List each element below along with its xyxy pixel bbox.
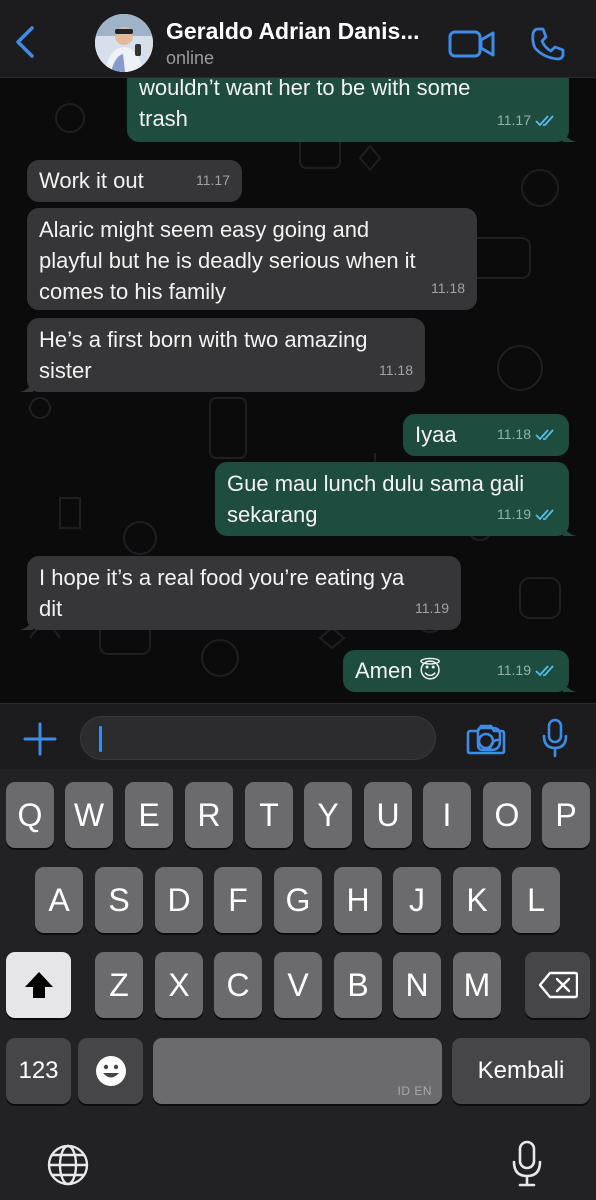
bubble-tail — [563, 522, 577, 536]
message-bubble-incoming[interactable]: I hope it’s a real food you’re eating ya… — [19, 556, 461, 630]
key-t[interactable]: T — [245, 782, 293, 848]
key-j[interactable]: J — [393, 867, 441, 933]
contact-avatar[interactable] — [95, 14, 153, 72]
backspace-icon — [538, 971, 578, 999]
message-input[interactable] — [80, 716, 502, 760]
message-time: 11.18 — [497, 426, 531, 442]
contact-status: online — [166, 48, 215, 68]
emoji-key[interactable] — [78, 1038, 143, 1104]
bubble-tail — [563, 128, 577, 142]
key-n[interactable]: N — [393, 952, 441, 1018]
message-text: wouldn’t want her to be with some trash — [139, 78, 471, 131]
back-chevron-icon[interactable] — [10, 22, 40, 62]
key-l[interactable]: L — [512, 867, 560, 933]
double-check-read-icon — [535, 114, 554, 126]
bubble-tail — [19, 378, 33, 392]
emoji-smiley-icon — [95, 1056, 126, 1086]
key-g[interactable]: G — [274, 867, 322, 933]
message-time: 11.17 — [196, 172, 230, 188]
space-key[interactable]: ID EN — [153, 1038, 442, 1104]
keyboard-language-indicator: ID EN — [397, 1084, 432, 1098]
key-k[interactable]: K — [453, 867, 501, 933]
camera-icon[interactable] — [466, 722, 506, 756]
contact-name[interactable]: Geraldo Adrian Danis... — [166, 18, 419, 45]
bubble-tail — [563, 678, 577, 692]
phone-call-icon[interactable] — [528, 24, 568, 64]
key-i[interactable]: I — [423, 782, 471, 848]
plus-attach-icon[interactable] — [22, 721, 58, 757]
double-check-read-icon — [535, 428, 554, 440]
key-x[interactable]: X — [155, 952, 203, 1018]
return-key[interactable]: Kembali — [452, 1038, 590, 1104]
chat-header: Geraldo Adrian Danis... online — [0, 0, 596, 78]
double-check-read-icon — [535, 508, 554, 520]
key-h[interactable]: H — [334, 867, 382, 933]
key-p[interactable]: P — [542, 782, 590, 848]
key-c[interactable]: C — [214, 952, 262, 1018]
message-text: He’s a first born with two amazing siste… — [39, 327, 368, 383]
key-v[interactable]: V — [274, 952, 322, 1018]
key-a[interactable]: A — [35, 867, 83, 933]
message-text: Alaric might seem easy going and playful… — [39, 217, 416, 304]
bubble-tail — [19, 616, 33, 630]
message-bubble-outgoing[interactable]: Gue mau lunch dulu sama gali sekarang 11… — [215, 462, 577, 536]
key-e[interactable]: E — [125, 782, 173, 848]
dictation-microphone-icon[interactable] — [510, 1140, 544, 1188]
key-m[interactable]: M — [453, 952, 501, 1018]
shift-key[interactable] — [6, 952, 71, 1018]
chat-messages-area[interactable]: wouldn’t want her to be with some trash … — [0, 78, 596, 703]
message-time: 11.19 — [415, 600, 449, 616]
key-z[interactable]: Z — [95, 952, 143, 1018]
message-text: I hope it’s a real food you’re eating ya… — [39, 565, 405, 621]
message-bubble-outgoing[interactable]: Iyaa 11.18 — [403, 414, 569, 456]
key-f[interactable]: F — [214, 867, 262, 933]
key-w[interactable]: W — [65, 782, 113, 848]
message-time: 11.17 — [497, 112, 531, 128]
message-time: 11.19 — [497, 662, 531, 678]
message-bubble-incoming[interactable]: Alaric might seem easy going and playful… — [27, 208, 477, 310]
key-u[interactable]: U — [364, 782, 412, 848]
video-call-icon[interactable] — [448, 26, 496, 62]
key-r[interactable]: R — [185, 782, 233, 848]
key-y[interactable]: Y — [304, 782, 352, 848]
message-time: 11.19 — [497, 506, 531, 522]
message-bubble-incoming[interactable]: He’s a first born with two amazing siste… — [19, 318, 425, 392]
key-q[interactable]: Q — [6, 782, 54, 848]
key-b[interactable]: B — [334, 952, 382, 1018]
key-o[interactable]: O — [483, 782, 531, 848]
key-d[interactable]: D — [155, 867, 203, 933]
double-check-read-icon — [535, 664, 554, 676]
microphone-icon[interactable] — [540, 718, 570, 758]
numbers-key[interactable]: 123 — [6, 1038, 71, 1104]
globe-language-icon[interactable] — [46, 1143, 90, 1187]
message-composer — [0, 703, 596, 769]
text-cursor — [99, 726, 102, 752]
key-s[interactable]: S — [95, 867, 143, 933]
message-time: 11.18 — [379, 362, 413, 378]
message-bubble-outgoing[interactable]: wouldn’t want her to be with some trash … — [127, 78, 577, 142]
message-bubble-incoming[interactable]: Work it out 11.17 — [27, 160, 242, 202]
message-bubble-outgoing[interactable]: Amen 😇 11.19 — [343, 650, 577, 692]
shift-arrow-icon — [24, 972, 53, 998]
backspace-key[interactable] — [525, 952, 590, 1018]
message-time: 11.18 — [431, 280, 465, 296]
